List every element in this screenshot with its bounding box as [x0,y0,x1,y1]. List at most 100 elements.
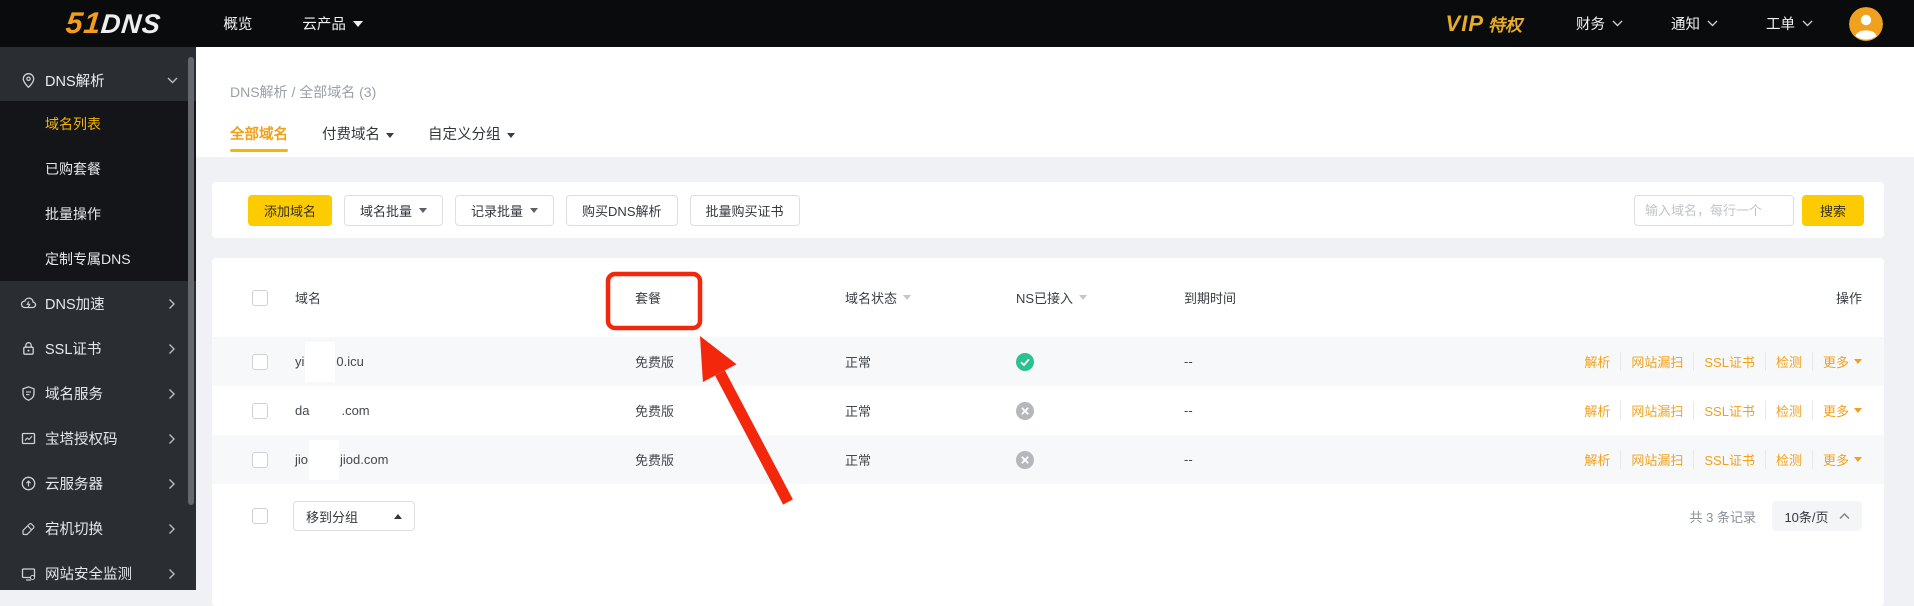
chevron-right-icon [169,433,175,444]
footer-select-checkbox[interactable] [252,508,268,524]
chevron-down-icon [530,207,539,213]
sidebar-group-dns-resolution[interactable]: DNS解析 [0,59,196,101]
topnav-notifications-label: 通知 [1671,17,1700,33]
sidebar-scrollbar-thumb[interactable] [188,57,194,505]
chevron-down-icon [1707,20,1718,27]
select-all-checkbox[interactable] [252,289,268,306]
action-more-dropdown[interactable]: 更多 [1813,450,1862,469]
domain-table: 域名 套餐 域名状态 NS已接入 到期时间 操作 yi 0.icu 免费版 正常… [212,258,1884,606]
column-header-ns[interactable]: NS已接入 [1016,288,1184,307]
action-ssl-cert-link[interactable]: SSL证书 [1694,450,1766,469]
domain-batch-dropdown[interactable]: 域名批量 [344,194,444,226]
action-check-link[interactable]: 检测 [1766,450,1813,469]
sidebar-item-failover-switch[interactable]: 宕机切换 [0,506,196,551]
row-checkbox[interactable] [252,353,268,370]
topnav-work-orders[interactable]: 工单 [1766,13,1813,34]
action-resolve-link[interactable]: 解析 [1584,450,1622,469]
sidebar-item-batch-operations-label: 批量操作 [45,205,101,222]
expiry-cell: -- [1184,403,1193,418]
column-header-actions: 操作 [1836,288,1862,307]
search-input[interactable] [1634,194,1794,226]
domain-text: yi [295,354,305,369]
add-domain-label: 添加域名 [264,203,317,219]
sidebar-item-baota-license[interactable]: 宝塔授权码 [0,416,196,461]
chevron-up-icon [1839,512,1850,519]
row-checkbox[interactable] [252,451,268,468]
sidebar-item-website-security-monitoring[interactable]: 网站安全监测 [0,551,196,596]
chevron-right-icon [169,523,175,534]
topnav-notifications[interactable]: 通知 [1671,13,1718,34]
domain-text: .com [341,403,370,418]
shield-icon [22,386,35,401]
topnav-finance[interactable]: 财务 [1576,13,1623,34]
sidebar-item-custom-dns[interactable]: 定制专属DNS [0,236,196,281]
action-more-dropdown[interactable]: 更多 [1813,352,1862,371]
action-website-scan-link[interactable]: 网站漏扫 [1621,450,1695,469]
action-resolve-link[interactable]: 解析 [1584,352,1622,371]
sidebar-item-domain-services[interactable]: 域名服务 [0,371,196,416]
action-more-dropdown[interactable]: 更多 [1813,401,1862,420]
redaction-overlay [310,390,341,431]
action-ssl-cert-link[interactable]: SSL证书 [1694,401,1766,420]
chevron-down-icon [386,132,394,138]
action-ssl-cert-link[interactable]: SSL证书 [1694,352,1766,371]
sidebar-item-batch-operations[interactable]: 批量操作 [0,191,196,236]
row-actions: 解析 网站漏扫 SSL证书 检测 更多 [1584,352,1862,371]
page-size-select[interactable]: 10条/页 [1772,501,1862,531]
row-checkbox[interactable] [252,402,268,419]
plan-cell: 免费版 [635,355,675,370]
column-header-status-label: 域名状态 [845,291,898,306]
table-row: da .com 免费版 正常 -- 解析 网站漏扫 SSL证书 检测 更多 [212,386,1884,435]
vip-privilege-badge[interactable]: VIP 特权 [1446,11,1522,37]
domain-batch-label: 域名批量 [360,203,413,219]
tab-paid-domains[interactable]: 付费域名 [322,125,394,145]
logo-51dns[interactable]: 51 DNS [64,7,163,41]
action-website-scan-link[interactable]: 网站漏扫 [1621,401,1695,420]
chart-frame-icon [21,432,36,445]
domain-text: da [295,403,310,418]
table-row: yi 0.icu 免费版 正常 -- 解析 网站漏扫 SSL证书 检测 更多 [212,337,1884,386]
record-batch-label: 记录批量 [471,203,524,219]
page-size-label: 10条/页 [1784,509,1829,525]
sidebar-item-label: DNS加速 [45,297,105,313]
tab-all-domains-label: 全部域名 [230,127,288,143]
move-to-group-select[interactable]: 移到分组 [293,501,415,531]
topnav-overview[interactable]: 概览 [223,13,252,34]
sidebar-item-label: 宝塔授权码 [45,432,118,448]
table-footer: 移到分组 共 3 条记录 10条/页 [212,501,1884,531]
action-website-scan-link[interactable]: 网站漏扫 [1621,352,1695,371]
record-batch-dropdown[interactable]: 记录批量 [455,194,555,226]
ns-cell [1016,450,1184,469]
chevron-up-icon [394,513,402,519]
status-cell: 正常 [845,352,1016,371]
action-check-link[interactable]: 检测 [1766,401,1813,420]
move-to-group-label: 移到分组 [306,509,359,525]
tab-custom-groups[interactable]: 自定义分组 [428,125,515,145]
add-domain-button[interactable]: 添加域名 [248,194,333,226]
chevron-down-icon [167,77,178,83]
expiry-cell: -- [1184,452,1193,467]
sidebar-item-domain-list[interactable]: 域名列表 [0,101,196,146]
chevron-down-icon [1854,408,1862,413]
sidebar-item-cloud-servers[interactable]: 云服务器 [0,461,196,506]
topbar-right-nav: 财务 通知 工单 [1576,13,1813,34]
chevron-down-icon [1802,20,1813,27]
cloud-server-icon [21,476,36,491]
sidebar-item-purchased-plans[interactable]: 已购套餐 [0,146,196,191]
action-check-link[interactable]: 检测 [1766,352,1813,371]
sidebar-item-dns-acceleration[interactable]: DNS加速 [0,281,196,326]
buy-dns-resolution-button[interactable]: 购买DNS解析 [566,194,678,226]
user-avatar-icon[interactable] [1849,6,1883,41]
action-resolve-link[interactable]: 解析 [1584,401,1622,420]
sidebar-item-label: 网站安全监测 [45,567,132,583]
search-button[interactable]: 搜索 [1802,194,1864,226]
domain-text: jiod.com [340,452,389,467]
sidebar-item-ssl-certificates[interactable]: SSL证书 [0,326,196,371]
topnav-cloud-products-label: 云产品 [302,17,346,33]
column-header-domain-status[interactable]: 域名状态 [845,288,1016,307]
main-content: DNS解析 / 全部域名 (3) 全部域名 付费域名 自定义分组 添加域名 域名… [196,47,1914,606]
topnav-cloud-products[interactable]: 云产品 [302,13,363,34]
batch-buy-certificates-button[interactable]: 批量购买证书 [689,194,800,226]
tab-all-domains[interactable]: 全部域名 [230,125,288,152]
vip-label: VIP [1445,10,1484,36]
